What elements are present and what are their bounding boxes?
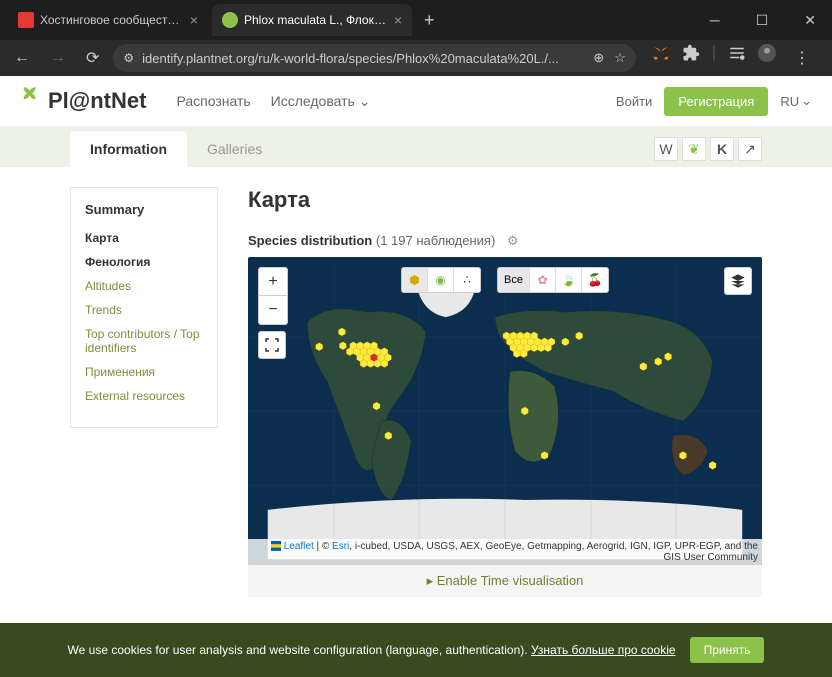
sidebar-item-map[interactable]: Карта xyxy=(85,231,203,245)
browser-tab[interactable]: Хостинговое сообщество «Tim × xyxy=(8,4,208,36)
map-attribution: Leaflet | © Esri, i-cubed, USDA, USGS, A… xyxy=(248,539,762,565)
observation-count: (1 197 наблюдения) xyxy=(376,233,495,248)
star-icon[interactable]: ☆ xyxy=(614,50,626,66)
sidebar-item-contributors[interactable]: Top contributors / Top identifiers xyxy=(85,327,203,355)
browser-tab-active[interactable]: Phlox maculata L., Флокс пятни × xyxy=(212,4,412,36)
sidebar-item-uses[interactable]: Применения xyxy=(85,365,203,379)
translate-icon[interactable]: ⊕ xyxy=(593,50,604,66)
menu-button[interactable]: ⋮ xyxy=(788,44,816,72)
logo-text: Pl@ntNet xyxy=(48,88,146,114)
sidebar-item-altitudes[interactable]: Altitudes xyxy=(85,279,203,293)
tab-galleries[interactable]: Galleries xyxy=(187,131,282,167)
cookie-banner: We use cookies for user analysis and web… xyxy=(0,623,832,677)
site-settings-icon[interactable]: ⚙ xyxy=(123,51,134,65)
maximize-button[interactable]: ☐ xyxy=(748,8,777,33)
sidebar: Summary Карта Фенология Altitudes Trends… xyxy=(70,187,218,597)
tab-favicon xyxy=(222,12,238,28)
extension-icons: | ⋮ xyxy=(644,44,824,72)
kew-icon[interactable]: K xyxy=(710,137,734,161)
time-visualization-button[interactable]: ▸ Enable Time visualisation xyxy=(248,565,762,597)
back-button[interactable]: ← xyxy=(8,45,36,71)
filter-fruit-button[interactable]: 🍒 xyxy=(582,268,608,292)
language-selector[interactable]: RU ⌄ xyxy=(780,93,812,109)
site-header: Pl@ntNet Распознать Исследовать ⌄ Войти … xyxy=(0,76,832,127)
cookie-text: We use cookies for user analysis and web… xyxy=(68,643,676,657)
nav-explore[interactable]: Исследовать ⌄ xyxy=(271,93,371,110)
close-icon[interactable]: × xyxy=(394,12,402,28)
forward-button[interactable]: → xyxy=(44,45,72,71)
filter-flower-button[interactable]: ✿ xyxy=(530,268,556,292)
sidebar-title: Summary xyxy=(85,202,203,217)
distribution-label: Species distribution xyxy=(248,233,372,248)
nav-recognize[interactable]: Распознать xyxy=(176,93,250,110)
filter-points-button[interactable]: ∴ xyxy=(454,268,480,292)
chevron-down-icon: ⌄ xyxy=(801,93,812,109)
plant-icon[interactable]: ❦ xyxy=(682,137,706,161)
login-link[interactable]: Войти xyxy=(616,94,652,109)
profile-avatar[interactable] xyxy=(758,44,776,62)
sidebar-item-external[interactable]: External resources xyxy=(85,389,203,403)
reload-button[interactable]: ⟳ xyxy=(80,44,105,72)
leaflet-link[interactable]: Leaflet xyxy=(284,541,314,552)
map-zoom-controls: + − xyxy=(258,267,288,359)
tab-title: Phlox maculata L., Флокс пятни xyxy=(244,13,388,27)
esri-link[interactable]: Esri xyxy=(332,541,349,552)
fullscreen-button[interactable] xyxy=(258,331,286,359)
filter-cluster-button[interactable]: ◉ xyxy=(428,268,454,292)
extensions-icon[interactable] xyxy=(682,44,700,62)
cookie-learn-more-link[interactable]: Узнать больше про cookie xyxy=(531,643,676,657)
tab-information[interactable]: Information xyxy=(70,131,187,167)
chevron-down-icon: ⌄ xyxy=(359,93,371,109)
leaf-icon xyxy=(20,86,44,116)
zoom-out-button[interactable]: − xyxy=(259,296,287,324)
tab-title: Хостинговое сообщество «Tim xyxy=(40,13,184,27)
main-nav: Распознать Исследовать ⌄ xyxy=(176,93,370,110)
share-icons: W ❦ K ↗ xyxy=(654,137,762,167)
sidebar-item-trends[interactable]: Trends xyxy=(85,303,203,317)
map-container[interactable]: + − ⬢ ◉ ∴ Все ✿ 🍃 xyxy=(248,257,762,565)
layers-button[interactable] xyxy=(724,267,752,295)
gear-icon[interactable]: ⚙ xyxy=(507,233,519,248)
url-text: identify.plantnet.org/ru/k-world-flora/s… xyxy=(142,51,585,66)
minimize-button[interactable]: ─ xyxy=(702,8,728,33)
distribution-line: Species distribution (1 197 наблюдения) … xyxy=(248,233,762,249)
page-tabs-bar: Information Galleries W ❦ K ↗ xyxy=(0,127,832,167)
section-title: Карта xyxy=(248,187,762,213)
close-icon[interactable]: × xyxy=(190,12,198,28)
wikipedia-icon[interactable]: W xyxy=(654,137,678,161)
tab-favicon xyxy=(18,12,34,28)
close-window-button[interactable]: ✕ xyxy=(796,8,824,33)
new-tab-button[interactable]: + xyxy=(416,10,443,31)
browser-titlebar: Хостинговое сообщество «Tim × Phlox macu… xyxy=(0,0,832,40)
main-content: Карта Species distribution (1 197 наблюд… xyxy=(248,187,762,597)
content-area: Summary Карта Фенология Altitudes Trends… xyxy=(0,167,832,617)
window-controls: ─ ☐ ✕ xyxy=(702,8,824,33)
browser-navbar: ← → ⟳ ⚙ identify.plantnet.org/ru/k-world… xyxy=(0,40,832,76)
metamask-icon[interactable] xyxy=(652,44,670,62)
sidebar-item-phenology[interactable]: Фенология xyxy=(85,255,203,269)
cookie-accept-button[interactable]: Принять xyxy=(690,637,765,663)
music-icon[interactable] xyxy=(728,44,746,62)
page-content: Pl@ntNet Распознать Исследовать ⌄ Войти … xyxy=(0,76,832,677)
filter-leaf-button[interactable]: 🍃 xyxy=(556,268,582,292)
filter-all-button[interactable]: Все xyxy=(498,268,530,292)
filter-hexagon-button[interactable]: ⬢ xyxy=(402,268,428,292)
zoom-in-button[interactable]: + xyxy=(259,268,287,296)
url-bar[interactable]: ⚙ identify.plantnet.org/ru/k-world-flora… xyxy=(113,44,635,72)
share-icon[interactable]: ↗ xyxy=(738,137,762,161)
logo[interactable]: Pl@ntNet xyxy=(20,86,146,116)
map-filter-controls: ⬢ ◉ ∴ Все ✿ 🍃 🍒 xyxy=(401,267,609,293)
world-map[interactable] xyxy=(248,257,762,565)
register-button[interactable]: Регистрация xyxy=(664,87,768,116)
header-right: Войти Регистрация RU ⌄ xyxy=(616,87,812,116)
